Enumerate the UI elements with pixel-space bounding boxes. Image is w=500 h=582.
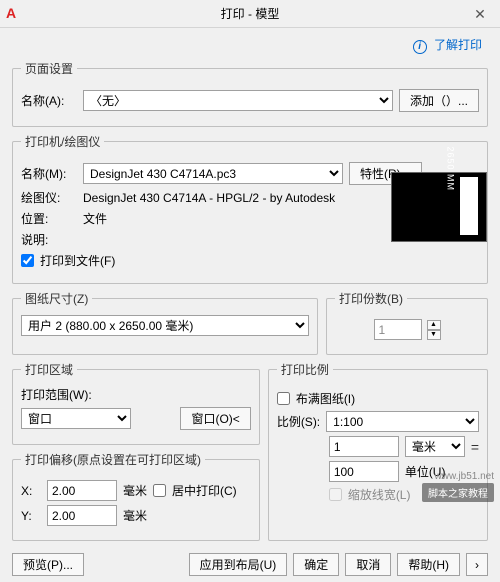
fit-to-paper-checkbox[interactable] (277, 392, 290, 405)
expand-button[interactable]: › (466, 553, 488, 576)
scale-lineweight-checkbox (329, 488, 342, 501)
copies-legend: 打印份数(B) (335, 290, 407, 307)
description-label: 说明: (21, 231, 77, 248)
offset-x-input[interactable] (47, 480, 117, 501)
offset-x-unit: 毫米 (123, 482, 147, 499)
paper-preview: 2650 MM (391, 172, 487, 242)
plotter-label: 绘图仪: (21, 189, 77, 206)
printer-group: 打印机/绘图仪 名称(M): DesignJet 430 C4714A.pc3 … (12, 133, 488, 284)
printer-name-select[interactable]: DesignJet 430 C4714A.pc3 (83, 163, 343, 184)
printer-name-label: 名称(M): (21, 165, 77, 182)
window-pick-button[interactable]: 窗口(O)< (180, 407, 250, 430)
apply-layout-button[interactable]: 应用到布局(U) (189, 553, 288, 576)
scale-paper-unit-select[interactable]: 毫米 (405, 436, 465, 457)
app-logo-icon: A (6, 5, 16, 21)
title-bar: A 打印 - 模型 ✕ (0, 0, 500, 28)
offset-x-label: X: (21, 484, 41, 498)
offset-legend: 打印偏移(原点设置在可打印区域) (21, 451, 205, 468)
offset-group: 打印偏移(原点设置在可打印区域) X: 毫米 居中打印(C) Y: 毫米 (12, 451, 260, 541)
page-setup-group: 页面设置 名称(A): 〈无〉 添加（）... (12, 60, 488, 127)
location-value: 文件 (83, 210, 107, 227)
spin-down-icon[interactable]: ▼ (427, 330, 441, 340)
copies-spinner[interactable]: ▲▼ (427, 320, 441, 340)
add-page-setup-button[interactable]: 添加（）... (399, 89, 479, 112)
close-icon[interactable]: ✕ (460, 0, 500, 28)
paper-size-group: 图纸尺寸(Z) 用户 2 (880.00 x 2650.00 毫米) (12, 290, 318, 355)
scale-ratio-label: 比例(S): (277, 413, 320, 430)
copies-input (374, 319, 422, 340)
page-name-select[interactable]: 〈无〉 (83, 90, 393, 111)
offset-y-unit: 毫米 (123, 507, 147, 524)
offset-y-label: Y: (21, 509, 41, 523)
paper-preview-dim: 2650 MM (446, 146, 456, 191)
preview-button[interactable]: 预览(P)... (12, 553, 84, 576)
center-print-label: 居中打印(C) (172, 482, 237, 499)
paper-size-legend: 图纸尺寸(Z) (21, 290, 92, 307)
scale-lineweight-label: 缩放线宽(L) (348, 486, 411, 503)
copies-group: 打印份数(B) ▲▼ (326, 290, 488, 355)
center-print-checkbox[interactable] (153, 484, 166, 497)
equals-icon: = (471, 439, 479, 455)
fit-to-paper-label: 布满图纸(I) (296, 390, 355, 407)
scale-ratio-select[interactable]: 1:100 (326, 411, 479, 432)
ok-button[interactable]: 确定 (293, 553, 339, 576)
learn-print-link[interactable]: 了解打印 (434, 38, 482, 52)
paper-size-select[interactable]: 用户 2 (880.00 x 2650.00 毫米) (21, 315, 309, 336)
plotter-value: DesignJet 430 C4714A - HPGL/2 - by Autod… (83, 191, 343, 205)
paper-preview-page (460, 177, 478, 235)
watermark-text: 脚本之家教程 (422, 483, 494, 502)
spin-up-icon[interactable]: ▲ (427, 320, 441, 330)
offset-y-input[interactable] (47, 505, 117, 526)
printer-legend: 打印机/绘图仪 (21, 133, 104, 150)
info-icon: i (413, 40, 427, 54)
print-area-group: 打印区域 打印范围(W): 窗口 窗口(O)< (12, 361, 260, 445)
page-name-label: 名称(A): (21, 92, 77, 109)
scale-paper-input[interactable] (329, 436, 399, 457)
scale-drawing-input[interactable] (329, 461, 399, 482)
print-area-legend: 打印区域 (21, 361, 77, 378)
window-title: 打印 - 模型 (221, 5, 280, 22)
scale-group: 打印比例 布满图纸(I) 比例(S): 1:100 毫米 = 单位(U) (268, 361, 488, 541)
print-range-select[interactable]: 窗口 (21, 408, 131, 429)
scale-legend: 打印比例 (277, 361, 333, 378)
print-to-file-checkbox[interactable] (21, 254, 34, 267)
print-range-label: 打印范围(W): (21, 386, 251, 403)
location-label: 位置: (21, 210, 77, 227)
watermark-url: www.jb51.net (435, 471, 494, 482)
print-to-file-label: 打印到文件(F) (40, 252, 115, 269)
cancel-button[interactable]: 取消 (345, 553, 391, 576)
page-setup-legend: 页面设置 (21, 60, 77, 77)
help-button[interactable]: 帮助(H) (397, 553, 460, 576)
